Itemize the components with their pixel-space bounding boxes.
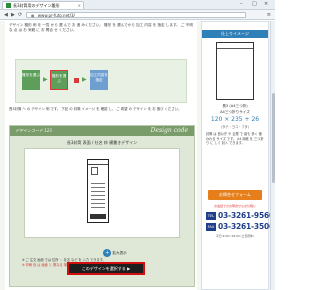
sidebar-envelope-flap xyxy=(217,43,253,49)
stamp-box xyxy=(91,167,98,175)
sidebar-envelope-image xyxy=(216,42,254,100)
envelope-flap xyxy=(88,160,108,165)
design-code-label: デザインコード 123 xyxy=(15,128,52,133)
browser-title-bar: 長3封筒用のデザイン雛形 × – □ × xyxy=(0,0,275,10)
scrollbar[interactable] xyxy=(270,21,275,290)
menu-icon[interactable]: ≡ xyxy=(267,12,271,18)
tab-title: 長3封筒用のデザイン雛形 xyxy=(13,2,60,8)
size-dimensions: 120 × 235 + 26 xyxy=(210,116,260,123)
minimize-icon[interactable]: – xyxy=(240,1,243,7)
back-icon[interactable]: ◀ xyxy=(4,12,8,18)
fax-number: 03-3261-3506 xyxy=(218,222,275,231)
zoom-button[interactable]: + 拡大表示 xyxy=(95,249,135,257)
tab-close-icon[interactable]: × xyxy=(78,3,81,8)
step-3: 加工内容を指定 xyxy=(90,70,108,90)
address-lines xyxy=(91,180,105,208)
arrow-right-icon: ▶ xyxy=(43,76,48,83)
url-field[interactable]: ● www.pr-futo.net/3/ xyxy=(26,12,246,18)
size-subtitle: A4三つ折りサイズ xyxy=(220,110,250,114)
order-steps: 雛形を選ぶ ▶ 雛形を選ぶ ▶ 加工内容を指定 xyxy=(15,59,187,103)
size-dimension-note: (タテ・ヨコ・フタ) xyxy=(221,125,249,129)
step-1: 雛形を選ぶ xyxy=(22,70,40,90)
fax-badge: FAX xyxy=(206,223,216,231)
business-hours: 平日 9:00〜18:00 (土日祝休) xyxy=(216,234,254,238)
sidebar: 仕上りイメージ 長3 (A4三つ折) A4三つ折りサイズ 120 × 235 +… xyxy=(201,21,274,290)
design-code-title: Design code xyxy=(150,127,188,134)
main-column: デザイン 雛形 例 を 一覧 から 選 んで お 進 みください。 雛形 を 選… xyxy=(5,21,197,290)
contact-form-button[interactable]: お問合せフォーム xyxy=(208,190,262,200)
tel-badge: TEL xyxy=(206,212,216,220)
design-title: 長3封筒 表面 / 社名 枠 横書きデザイン xyxy=(66,140,138,145)
sidebar-description: 封筒 は 官公庁 や 企業 で 最も 多く 使われる サイズ です。 A4 用紙… xyxy=(206,132,264,145)
reload-icon[interactable]: ⟳ xyxy=(18,12,22,18)
step-2: 雛形を選ぶ xyxy=(50,70,68,90)
intro-text: デザイン 雛形 例 を 一覧 から 選 んで お 進 みください。 雛形 を 選… xyxy=(9,23,193,32)
page-content: デザイン 雛形 例 を 一覧 から 選 んで お 進 みください。 雛形 を 選… xyxy=(0,21,275,290)
favicon-icon xyxy=(6,3,11,8)
forward-icon[interactable]: ▶ xyxy=(11,12,15,18)
tel-number: 03-3261-9560 xyxy=(218,211,275,220)
browser-tab[interactable]: 長3封筒用のデザイン雛形 × xyxy=(2,1,84,9)
lock-icon: ● xyxy=(31,13,35,18)
address-bar: ◀ ▶ ⟳ ● www.pr-futo.net/3/ ≡ xyxy=(0,10,275,20)
description-text: 長3封筒 へ の デザイン 例 です。 下記 の 封筒 イメージ を 確認 し、… xyxy=(9,107,182,111)
select-design-button[interactable]: このデザインを選択する ▶ xyxy=(67,262,145,275)
size-name: 長3 (A4三つ折) xyxy=(222,104,248,108)
company-logo-area xyxy=(90,214,106,219)
maximize-icon[interactable]: □ xyxy=(252,1,257,7)
envelope-preview: + 拡大表示 xyxy=(24,148,180,257)
scrollbar-thumb[interactable] xyxy=(272,93,275,183)
fax-row: FAX 03-3261-3506 xyxy=(206,222,274,232)
tel-row[interactable]: TEL 03-3261-9560 xyxy=(206,211,274,221)
sidebar-header: 仕上りイメージ xyxy=(202,30,268,38)
current-step-marker xyxy=(74,78,79,83)
url-text: www.pr-futo.net/3/ xyxy=(37,13,75,18)
close-icon[interactable]: × xyxy=(264,1,268,7)
envelope-image[interactable] xyxy=(87,159,109,223)
zoom-label: 拡大表示 xyxy=(112,251,127,255)
arrow-right-icon: ▶ xyxy=(82,76,87,83)
design-header: デザインコード 123 Design code xyxy=(10,126,194,136)
magnify-icon: + xyxy=(103,249,112,257)
phone-note: お電話でのお問合せもお気軽に xyxy=(213,204,256,208)
